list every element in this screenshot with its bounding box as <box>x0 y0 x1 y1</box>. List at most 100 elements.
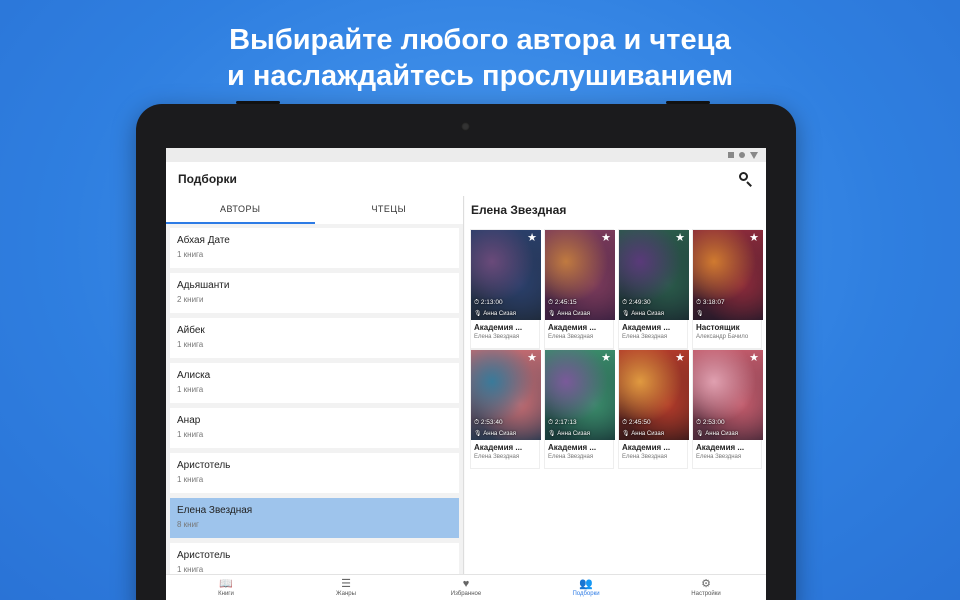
tablet-button <box>236 101 280 104</box>
app-screen: Подборки АВТОРЫ ЧТЕЦЫ Абхая Дате 1 книга А… <box>166 148 766 600</box>
author-list-item[interactable]: Абхая Дате 1 книга <box>170 228 459 268</box>
author-name: Елена Звездная <box>177 505 253 516</box>
book-card[interactable]: ★ ⏱ 2:53:00 🎙 Анна Сизая Академия ... Елена … <box>692 349 763 469</box>
books-panel: Елена Звездная ★ ⏱ 2:13:00 🎙 Анна Сизая Ака… <box>465 196 766 574</box>
book-card[interactable]: ★ ⏱ 2:45:50 🎙 Анна Сизая Академия ... Елена … <box>618 349 689 469</box>
favorite-star-icon[interactable]: ★ <box>675 233 685 244</box>
book-count: 1 книга <box>177 565 204 574</box>
favorite-star-icon[interactable]: ★ <box>601 233 611 244</box>
tablet-button <box>666 101 710 104</box>
book-author: Елена Звездная <box>474 454 520 460</box>
favorite-star-icon[interactable]: ★ <box>749 233 759 244</box>
duration-label: ⏱ 2:17:13 <box>548 419 577 426</box>
people-icon: 👥 <box>579 577 593 590</box>
nav-item-book-open[interactable]: 📖 Книги <box>166 575 286 600</box>
book-author: Елена Звездная <box>622 454 668 460</box>
signal-icon <box>750 151 758 159</box>
book-count: 1 книга <box>177 430 204 439</box>
nav-item-heart[interactable]: ♥ Избранное <box>406 575 526 600</box>
book-card[interactable]: ★ ⏱ 2:45:15 🎙 Анна Сизая Академия ... Елена … <box>544 229 615 349</box>
narrator-label: 🎙 <box>696 311 704 317</box>
duration-label: ⏱ 2:13:00 <box>474 299 503 306</box>
book-count: 2 книги <box>177 295 204 304</box>
book-card[interactable]: ★ ⏱ 2:49:30 🎙 Анна Сизая Академия ... Елена … <box>618 229 689 349</box>
book-cover: ★ ⏱ 2:17:13 🎙 Анна Сизая <box>545 350 615 440</box>
book-count: 1 книга <box>177 475 204 484</box>
book-title: Академия ... <box>474 443 523 452</box>
search-icon[interactable] <box>738 171 754 187</box>
book-author: Елена Звездная <box>548 454 594 460</box>
page-title: Подборки <box>178 172 237 186</box>
duration-label: ⏱ 3:18:07 <box>696 299 725 306</box>
heart-icon: ♥ <box>462 577 470 590</box>
book-card[interactable]: ★ ⏱ 2:53:40 🎙 Анна Сизая Академия ... Елена … <box>470 349 541 469</box>
narrator-label: 🎙 Анна Сизая <box>696 431 738 437</box>
battery-icon <box>739 152 745 158</box>
favorite-star-icon[interactable]: ★ <box>601 353 611 364</box>
book-count: 1 книга <box>177 385 204 394</box>
book-card[interactable]: ★ ⏱ 3:18:07 🎙 Настоящик Александр Бачило <box>692 229 763 349</box>
author-name: Аристотель <box>177 460 231 471</box>
book-title: Академия ... <box>696 443 745 452</box>
status-bar <box>166 148 766 162</box>
duration-label: ⏱ 2:53:40 <box>474 419 503 426</box>
promo-headline-line1: Выбирайте любого автора и чтеца <box>229 24 731 56</box>
content-area: АВТОРЫ ЧТЕЦЫ Абхая Дате 1 книга Адьяшанти 2… <box>166 196 766 574</box>
favorite-star-icon[interactable]: ★ <box>675 353 685 364</box>
nav-item-gear[interactable]: ⚙ Настройки <box>646 575 766 600</box>
author-name: Алиска <box>177 370 211 381</box>
author-name: Анар <box>177 415 201 426</box>
author-list-item[interactable]: Елена Звездная 8 книг <box>170 498 459 538</box>
nav-label: Избранное <box>450 590 482 597</box>
list-icon: ☰ <box>341 577 351 590</box>
author-list-item[interactable]: Айбек 1 книга <box>170 318 459 358</box>
author-name: Абхая Дате <box>177 235 230 246</box>
duration-label: ⏱ 2:49:30 <box>622 299 651 306</box>
book-card[interactable]: ★ ⏱ 2:13:00 🎙 Анна Сизая Академия ... Елена … <box>470 229 541 349</box>
author-list: Абхая Дате 1 книга Адьяшанти 2 книги Айбек 1 … <box>166 224 463 574</box>
tab-narrators[interactable]: ЧТЕЦЫ <box>315 196 464 224</box>
book-title: Академия ... <box>548 323 597 332</box>
author-name: Адьяшанти <box>177 280 230 291</box>
narrator-label: 🎙 Анна Сизая <box>474 431 516 437</box>
book-count: 8 книг <box>177 520 199 529</box>
author-list-item[interactable]: Алиска 1 книга <box>170 363 459 403</box>
narrator-label: 🎙 Анна Сизая <box>622 431 664 437</box>
book-count: 1 книга <box>177 250 204 259</box>
author-list-item[interactable]: Аристотель 1 книга <box>170 453 459 493</box>
book-count: 1 книга <box>177 340 204 349</box>
favorite-star-icon[interactable]: ★ <box>527 353 537 364</box>
author-list-item[interactable]: Аристотель 1 книга <box>170 543 459 574</box>
author-list-item[interactable]: Адьяшанти 2 книги <box>170 273 459 313</box>
wifi-icon <box>728 152 734 158</box>
app-bar: Подборки <box>166 162 766 196</box>
narrator-label: 🎙 Анна Сизая <box>548 311 590 317</box>
favorite-star-icon[interactable]: ★ <box>749 353 759 364</box>
nav-label: Жанры <box>336 590 356 597</box>
book-cover: ★ ⏱ 2:53:40 🎙 Анна Сизая <box>471 350 541 440</box>
author-list-item[interactable]: Анар 1 книга <box>170 408 459 448</box>
nav-item-list[interactable]: ☰ Жанры <box>286 575 406 600</box>
duration-label: ⏱ 2:45:15 <box>548 299 577 306</box>
camera-icon <box>461 122 470 131</box>
tab-authors[interactable]: АВТОРЫ <box>166 196 315 224</box>
tablet-frame: Подборки АВТОРЫ ЧТЕЦЫ Абхая Дате 1 книга А… <box>136 101 796 600</box>
favorite-star-icon[interactable]: ★ <box>527 233 537 244</box>
book-author: Елена Звездная <box>696 454 742 460</box>
nav-label: Настройки <box>691 590 721 597</box>
author-name: Аристотель <box>177 550 231 561</box>
book-author: Елена Звездная <box>474 334 520 340</box>
bottom-navigation: 📖 Книги ☰ Жанры ♥ Избранное 👥 Подборки ⚙ Настройк… <box>166 574 766 600</box>
nav-label: Книги <box>218 590 234 597</box>
authors-panel: АВТОРЫ ЧТЕЦЫ Абхая Дате 1 книга Адьяшанти 2… <box>166 196 464 574</box>
narrator-label: 🎙 Анна Сизая <box>622 311 664 317</box>
narrator-label: 🎙 Анна Сизая <box>474 311 516 317</box>
author-name: Айбек <box>177 325 205 336</box>
book-title: Академия ... <box>474 323 523 332</box>
book-card[interactable]: ★ ⏱ 2:17:13 🎙 Анна Сизая Академия ... Елена … <box>544 349 615 469</box>
book-cover: ★ ⏱ 2:49:30 🎙 Анна Сизая <box>619 230 689 320</box>
nav-item-people[interactable]: 👥 Подборки <box>526 575 646 600</box>
duration-label: ⏱ 2:45:50 <box>622 419 651 426</box>
book-grid: ★ ⏱ 2:13:00 🎙 Анна Сизая Академия ... Елена … <box>470 229 763 469</box>
duration-label: ⏱ 2:53:00 <box>696 419 725 426</box>
